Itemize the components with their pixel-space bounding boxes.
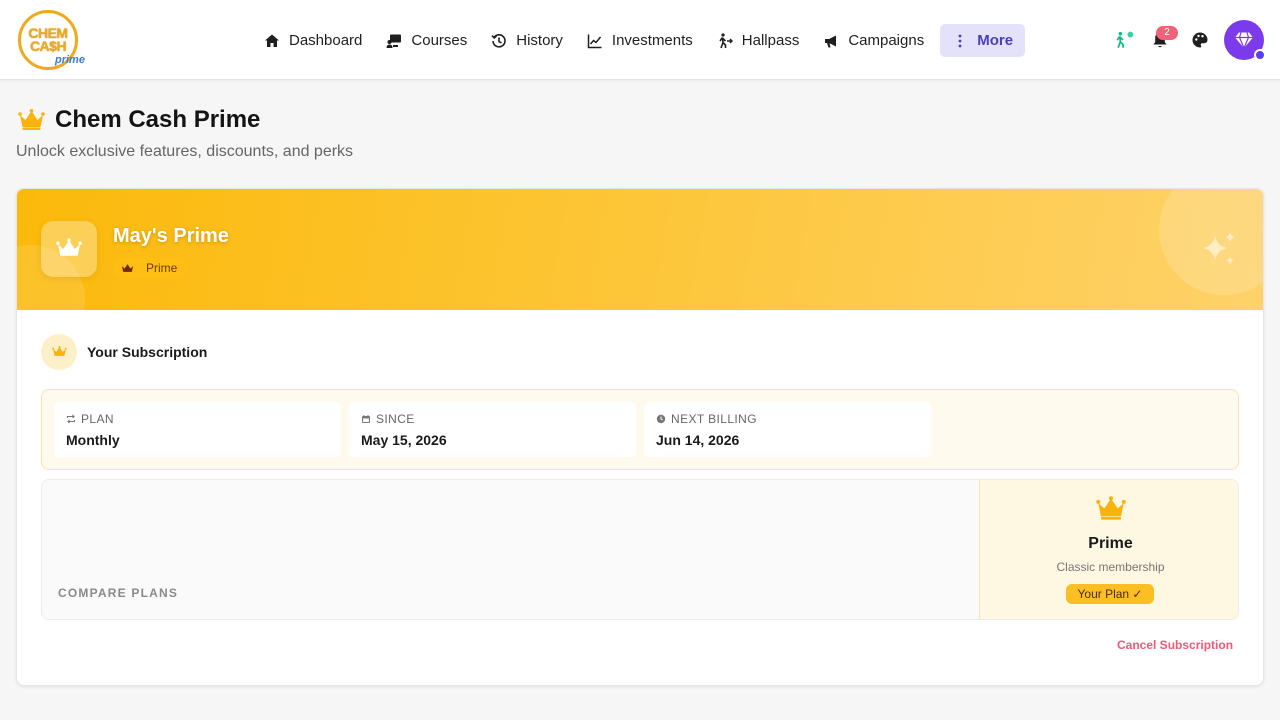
nav-investments-label: Investments	[611, 32, 693, 49]
page-subtitle: Unlock exclusive features, discounts, an…	[16, 143, 354, 160]
hero-title: May's Prime	[113, 225, 229, 247]
nav-investments[interactable]: Investments	[575, 24, 705, 57]
clock-icon	[656, 414, 666, 424]
your-plan-badge: Your Plan ✓	[1066, 584, 1154, 604]
walking-icon	[717, 32, 733, 49]
next-billing-label: NEXT BILLING	[671, 412, 757, 426]
crown-icon	[121, 263, 134, 274]
megaphone-icon	[823, 33, 839, 49]
page-title: Chem Cash Prime	[18, 106, 260, 134]
next-billing-tile: NEXT BILLING Jun 14, 2026	[644, 402, 931, 457]
nav-dashboard-label: Dashboard	[289, 32, 363, 49]
chem-cash-logo[interactable]: CHEM CA$H prime	[18, 10, 85, 70]
nav-campaigns[interactable]: Campaigns	[811, 24, 936, 57]
subscription-card: May's Prime Prime Your Subscription PLAN…	[16, 188, 1264, 686]
plan-value: Monthly	[66, 432, 120, 448]
notification-count-badge: 2	[1156, 26, 1178, 40]
prime-hero-banner: May's Prime Prime	[17, 189, 1263, 310]
diamond-icon	[1235, 32, 1253, 49]
hero-crown-badge	[41, 221, 97, 277]
online-status-dot	[1254, 49, 1266, 61]
crown-icon	[41, 334, 77, 370]
repeat-icon	[66, 414, 76, 424]
since-tile: SINCE May 15, 2026	[349, 402, 636, 457]
plan-label: PLAN	[81, 412, 114, 426]
subscription-details: PLAN Monthly SINCE May 15, 2026 NEXT BIL…	[41, 389, 1239, 470]
crown-icon	[980, 496, 1238, 521]
nav-campaigns-label: Campaigns	[848, 32, 925, 49]
nav-history-label: History	[516, 32, 563, 49]
since-value: May 15, 2026	[361, 432, 447, 448]
page-title-text: Chem Cash Prime	[55, 106, 261, 133]
home-icon	[264, 33, 280, 49]
sparkles-icon	[1199, 229, 1239, 274]
next-billing-value: Jun 14, 2026	[656, 432, 740, 448]
nav-dashboard[interactable]: Dashboard	[252, 24, 374, 57]
subscription-heading: Your Subscription	[41, 334, 207, 370]
subscription-heading-text: Your Subscription	[87, 344, 208, 360]
chart-line-icon	[587, 33, 603, 49]
nav-courses[interactable]: Courses	[374, 24, 479, 57]
tier-badge: Prime	[113, 258, 188, 278]
cancel-subscription-link[interactable]: Cancel Subscription	[1117, 638, 1233, 652]
plan-tile: PLAN Monthly	[54, 402, 341, 457]
compare-plans-panel: COMPARE PLANS Prime Classic membership Y…	[41, 479, 1239, 620]
compare-plans-label: COMPARE PLANS	[58, 586, 179, 600]
more-vertical-icon	[952, 33, 968, 49]
nav-hallpass[interactable]: Hallpass	[705, 24, 812, 57]
main-nav: Dashboard Courses History Investments Ha…	[252, 24, 1026, 57]
tier-badge-label: Prime	[146, 261, 178, 275]
user-avatar[interactable]	[1224, 20, 1266, 61]
nav-hallpass-label: Hallpass	[741, 32, 800, 49]
plan-column-prime[interactable]: Prime Classic membership Your Plan ✓	[979, 480, 1238, 619]
plan-description: Classic membership	[1056, 560, 1165, 574]
nav-more[interactable]: More	[940, 24, 1026, 57]
crown-icon	[56, 238, 82, 256]
hallpass-status-icon[interactable]	[1114, 30, 1134, 50]
history-icon	[491, 33, 507, 49]
courses-icon	[386, 33, 402, 49]
nav-more-label: More	[977, 32, 1014, 49]
nav-history[interactable]: History	[479, 24, 575, 57]
calendar-icon	[361, 414, 371, 424]
crown-icon	[18, 109, 45, 130]
plan-name: Prime	[1088, 535, 1133, 552]
palette-icon[interactable]	[1190, 30, 1210, 50]
top-navbar: CHEM CA$H prime Dashboard Courses Histor…	[0, 0, 1280, 80]
nav-courses-label: Courses	[411, 32, 468, 49]
since-label: SINCE	[376, 412, 415, 426]
